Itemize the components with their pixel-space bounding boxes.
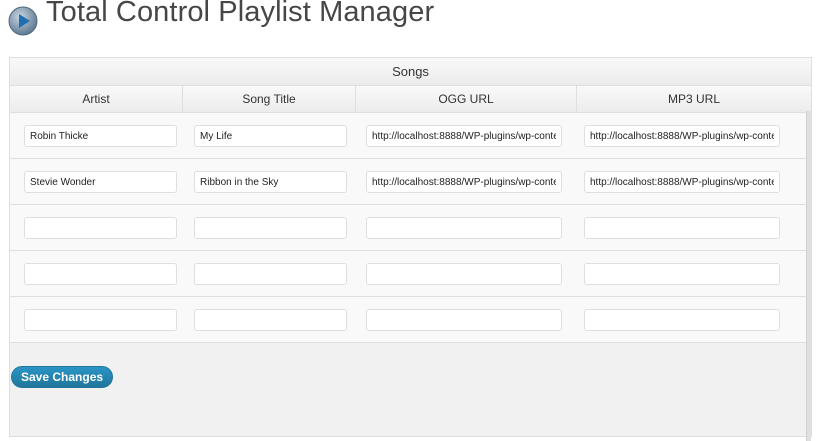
mp3-url-input[interactable]	[584, 171, 780, 193]
ogg-url-input[interactable]	[366, 309, 562, 331]
song-title-input[interactable]	[194, 125, 347, 147]
play-icon	[8, 6, 38, 36]
artist-input[interactable]	[24, 263, 177, 285]
songs-panel: Songs Artist Song Title OGG URL MP3 URL	[9, 57, 812, 441]
mp3-url-input[interactable]	[584, 217, 780, 239]
ogg-url-input[interactable]	[366, 171, 562, 193]
song-title-input[interactable]	[194, 171, 347, 193]
artist-input[interactable]	[24, 125, 177, 147]
song-title-input[interactable]	[194, 217, 347, 239]
column-header-artist: Artist	[10, 86, 183, 112]
table-row	[10, 159, 811, 205]
column-header-ogg-url: OGG URL	[356, 86, 577, 112]
column-headers: Artist Song Title OGG URL MP3 URL	[10, 86, 811, 113]
table-row	[10, 205, 811, 251]
save-changes-button[interactable]: Save Changes	[11, 366, 114, 388]
ogg-url-input[interactable]	[366, 217, 562, 239]
songs-caption: Songs	[10, 58, 811, 86]
artist-input[interactable]	[24, 171, 177, 193]
column-header-song-title: Song Title	[183, 86, 356, 112]
song-title-input[interactable]	[194, 263, 347, 285]
table-row	[10, 113, 811, 159]
scrollbar-edge[interactable]	[806, 111, 811, 441]
ogg-url-input[interactable]	[366, 263, 562, 285]
page-header: Total Control Playlist Manager	[8, 0, 434, 48]
song-title-input[interactable]	[194, 309, 347, 331]
mp3-url-input[interactable]	[584, 309, 780, 331]
ogg-url-input[interactable]	[366, 125, 562, 147]
song-rows	[10, 113, 811, 343]
artist-input[interactable]	[24, 309, 177, 331]
table-row	[10, 251, 811, 297]
mp3-url-input[interactable]	[584, 263, 780, 285]
column-header-mp3-url: MP3 URL	[667, 92, 720, 106]
artist-input[interactable]	[24, 217, 177, 239]
table-row	[10, 297, 811, 343]
mp3-url-input[interactable]	[584, 125, 780, 147]
page-title: Total Control Playlist Manager	[46, 0, 435, 28]
